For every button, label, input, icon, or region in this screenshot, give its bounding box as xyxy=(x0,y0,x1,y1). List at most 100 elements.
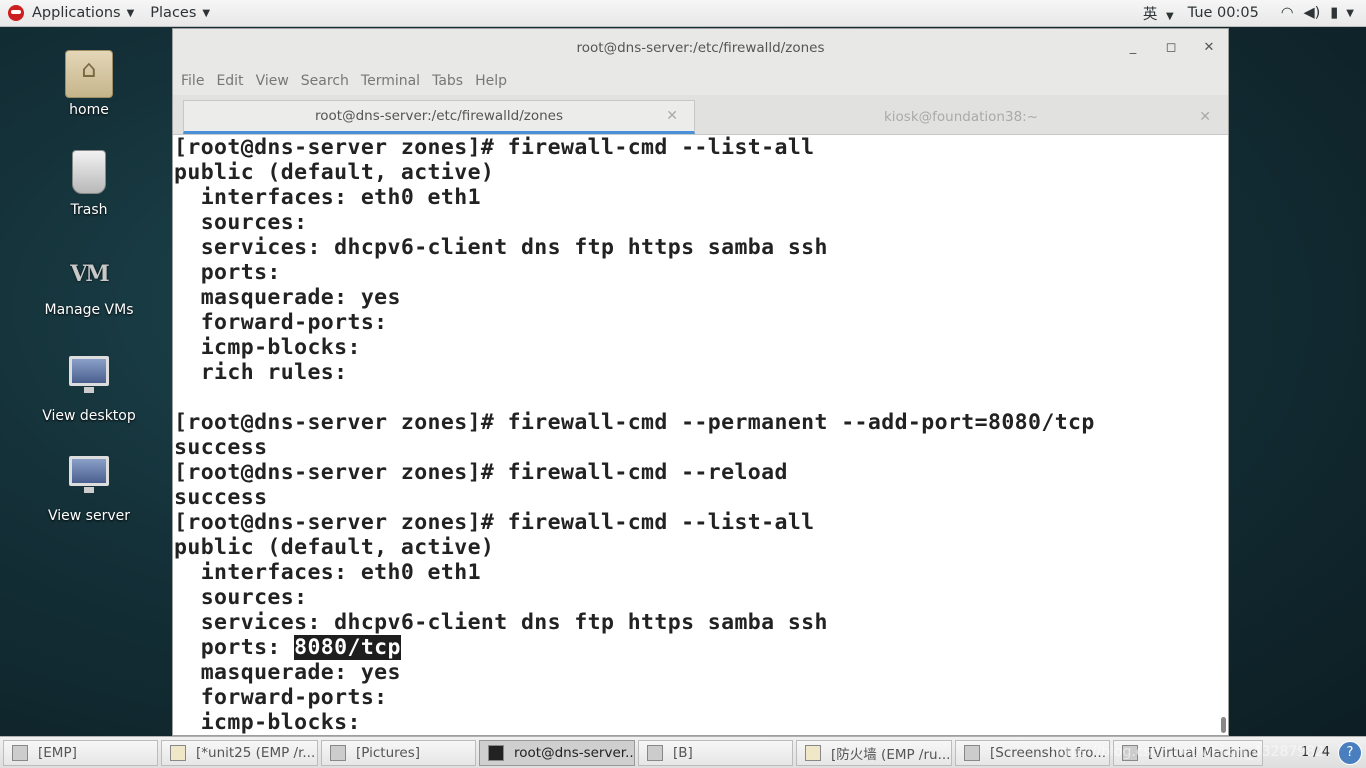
text-editor-icon xyxy=(170,744,186,761)
menu-view[interactable]: View xyxy=(250,73,295,89)
applications-label: Applications xyxy=(32,5,121,21)
taskbar-item-label: [防火墙 (EMP /ru... xyxy=(831,746,951,763)
taskbar-item-label: [B] xyxy=(673,744,693,761)
terminal-icon xyxy=(488,744,504,761)
places-label: Places xyxy=(150,5,197,21)
applications-menu[interactable]: Applications ▼ xyxy=(0,0,142,27)
desktop-icon-label: home xyxy=(69,102,109,118)
menu-search[interactable]: Search xyxy=(295,73,355,89)
terminal-output[interactable]: [root@dns-server zones]# firewall-cmd --… xyxy=(173,135,1219,735)
chevron-down-icon: ▼ xyxy=(1165,10,1174,22)
terminal-line: [root@dns-server zones]# firewall-cmd --… xyxy=(174,460,788,485)
terminal-line: sources: xyxy=(174,210,308,235)
desktop-icon-home[interactable]: home xyxy=(30,50,148,118)
terminal-line: sources: xyxy=(174,585,308,610)
window-icon xyxy=(647,744,663,761)
terminal-line: icmp-blocks: xyxy=(174,710,361,735)
terminal-line: ports: xyxy=(174,260,281,285)
monitor-icon xyxy=(65,356,113,404)
menu-edit[interactable]: Edit xyxy=(210,73,249,89)
window-icon xyxy=(330,744,346,761)
menu-tabs[interactable]: Tabs xyxy=(426,73,469,89)
desktop-icon-manage-vms[interactable]: VM Manage VMs xyxy=(30,250,148,318)
wifi-icon[interactable]: ◠ xyxy=(1281,5,1294,21)
taskbar-item-label: root@dns-server... xyxy=(514,744,635,761)
desktop-icon-label: Trash xyxy=(70,202,108,218)
text-editor-icon xyxy=(805,744,821,761)
taskbar-item-pictures[interactable]: [Pictures] xyxy=(321,739,476,766)
terminal-line: forward-ports: xyxy=(174,685,388,710)
window-title: root@dns-server:/etc/firewalld/zones xyxy=(576,40,825,56)
terminal-line-ports: ports: 8080/tcp xyxy=(173,635,1219,660)
terminal-line: interfaces: eth0 eth1 xyxy=(174,560,481,585)
terminal-line: services: dhcpv6-client dns ftp https sa… xyxy=(174,235,828,260)
window-icon xyxy=(12,744,28,761)
terminal-line: services: dhcpv6-client dns ftp https sa… xyxy=(174,610,828,635)
trash-icon xyxy=(65,150,113,198)
desktop-icon-label: Manage VMs xyxy=(44,302,134,318)
taskbar-item-label: [EMP] xyxy=(38,744,77,761)
taskbar-item-label: [*unit25 (EMP /r... xyxy=(196,744,316,761)
taskbar-item-firewall[interactable]: [防火墙 (EMP /ru... xyxy=(796,739,952,766)
desktop-icon-label: View server xyxy=(48,508,130,524)
chevron-down-icon: ▼ xyxy=(202,7,211,19)
tab-bar: root@dns-server:/etc/firewalld/zones ✕ k… xyxy=(173,95,1228,135)
terminal-scrollbar[interactable] xyxy=(1218,135,1228,735)
terminal-line: icmp-blocks: xyxy=(174,335,361,360)
close-tab-icon[interactable]: ✕ xyxy=(666,108,678,124)
desktop-icon-label: View desktop xyxy=(42,408,136,424)
terminal-line: masquerade: yes xyxy=(174,660,401,685)
desktop-icon-view-server[interactable]: View server xyxy=(30,450,148,524)
terminal-line: [root@dns-server zones]# firewall-cmd --… xyxy=(174,410,1095,435)
tab-label: root@dns-server:/etc/firewalld/zones xyxy=(315,108,563,124)
desktop-icon-view-desktop[interactable]: View desktop xyxy=(30,350,148,424)
home-folder-icon xyxy=(65,50,113,98)
volume-icon[interactable]: ◀) xyxy=(1304,5,1321,21)
ports-prefix: ports: xyxy=(174,635,295,660)
terminal-window: root@dns-server:/etc/firewalld/zones _ ◻… xyxy=(172,28,1229,736)
chevron-down-icon: ▼ xyxy=(126,7,135,19)
terminal-line: success xyxy=(174,435,268,460)
minimize-button[interactable]: _ xyxy=(1122,37,1144,59)
taskbar-item-terminal[interactable]: root@dns-server... xyxy=(479,739,635,766)
close-button[interactable]: ✕ xyxy=(1198,37,1220,59)
help-icon[interactable]: ? xyxy=(1338,741,1362,765)
terminal-line: success xyxy=(174,485,268,510)
terminal-line: [root@dns-server zones]# firewall-cmd --… xyxy=(174,510,815,535)
tab-kiosk-foundation[interactable]: kiosk@foundation38:~ ✕ xyxy=(695,100,1227,134)
input-method-indicator[interactable]: 英 ▼ xyxy=(1129,3,1174,24)
scrollbar-thumb[interactable] xyxy=(1221,717,1226,733)
menu-terminal[interactable]: Terminal xyxy=(355,73,426,89)
maximize-button[interactable]: ◻ xyxy=(1160,37,1182,59)
terminal-line: public (default, active) xyxy=(174,535,495,560)
taskbar-item-emp[interactable]: [EMP] xyxy=(3,739,158,766)
taskbar-item-b[interactable]: [B] xyxy=(638,739,793,766)
menu-help[interactable]: Help xyxy=(469,73,513,89)
taskbar-item-label: [Pictures] xyxy=(356,744,420,761)
selected-text[interactable]: 8080/tcp xyxy=(294,635,401,660)
vm-icon: VM xyxy=(70,261,109,287)
top-panel: Applications ▼ Places ▼ 英 ▼ Tue 00:05 ◠ … xyxy=(0,0,1366,27)
input-method-label: 英 xyxy=(1142,6,1158,23)
chevron-down-icon[interactable]: ▼ xyxy=(1346,8,1354,19)
taskbar-item-unit25[interactable]: [*unit25 (EMP /r... xyxy=(161,739,318,766)
screenshot-icon xyxy=(964,744,980,761)
terminal-line: [root@dns-server zones]# firewall-cmd --… xyxy=(174,135,815,160)
menu-file[interactable]: File xyxy=(175,73,210,89)
watermark: https://blog.csdn.net/weixin_43287982 xyxy=(1050,744,1324,760)
terminal-line: rich rules: xyxy=(174,360,348,385)
monitor-icon xyxy=(65,456,113,504)
clock[interactable]: Tue 00:05 xyxy=(1188,5,1259,21)
taskbar: [EMP] [*unit25 (EMP /r... [Pictures] roo… xyxy=(0,736,1366,768)
fedora-logo-icon xyxy=(8,5,24,21)
tab-root-dns-server[interactable]: root@dns-server:/etc/firewalld/zones ✕ xyxy=(183,100,695,134)
terminal-line: public (default, active) xyxy=(174,160,495,185)
battery-icon[interactable]: ▮ xyxy=(1330,5,1338,21)
places-menu[interactable]: Places ▼ xyxy=(142,0,218,27)
close-tab-icon[interactable]: ✕ xyxy=(1199,109,1211,125)
terminal-line: interfaces: eth0 eth1 xyxy=(174,185,481,210)
window-titlebar[interactable]: root@dns-server:/etc/firewalld/zones _ ◻… xyxy=(173,29,1228,67)
menubar: File Edit View Search Terminal Tabs Help xyxy=(173,67,1228,95)
desktop-icon-trash[interactable]: Trash xyxy=(30,150,148,218)
